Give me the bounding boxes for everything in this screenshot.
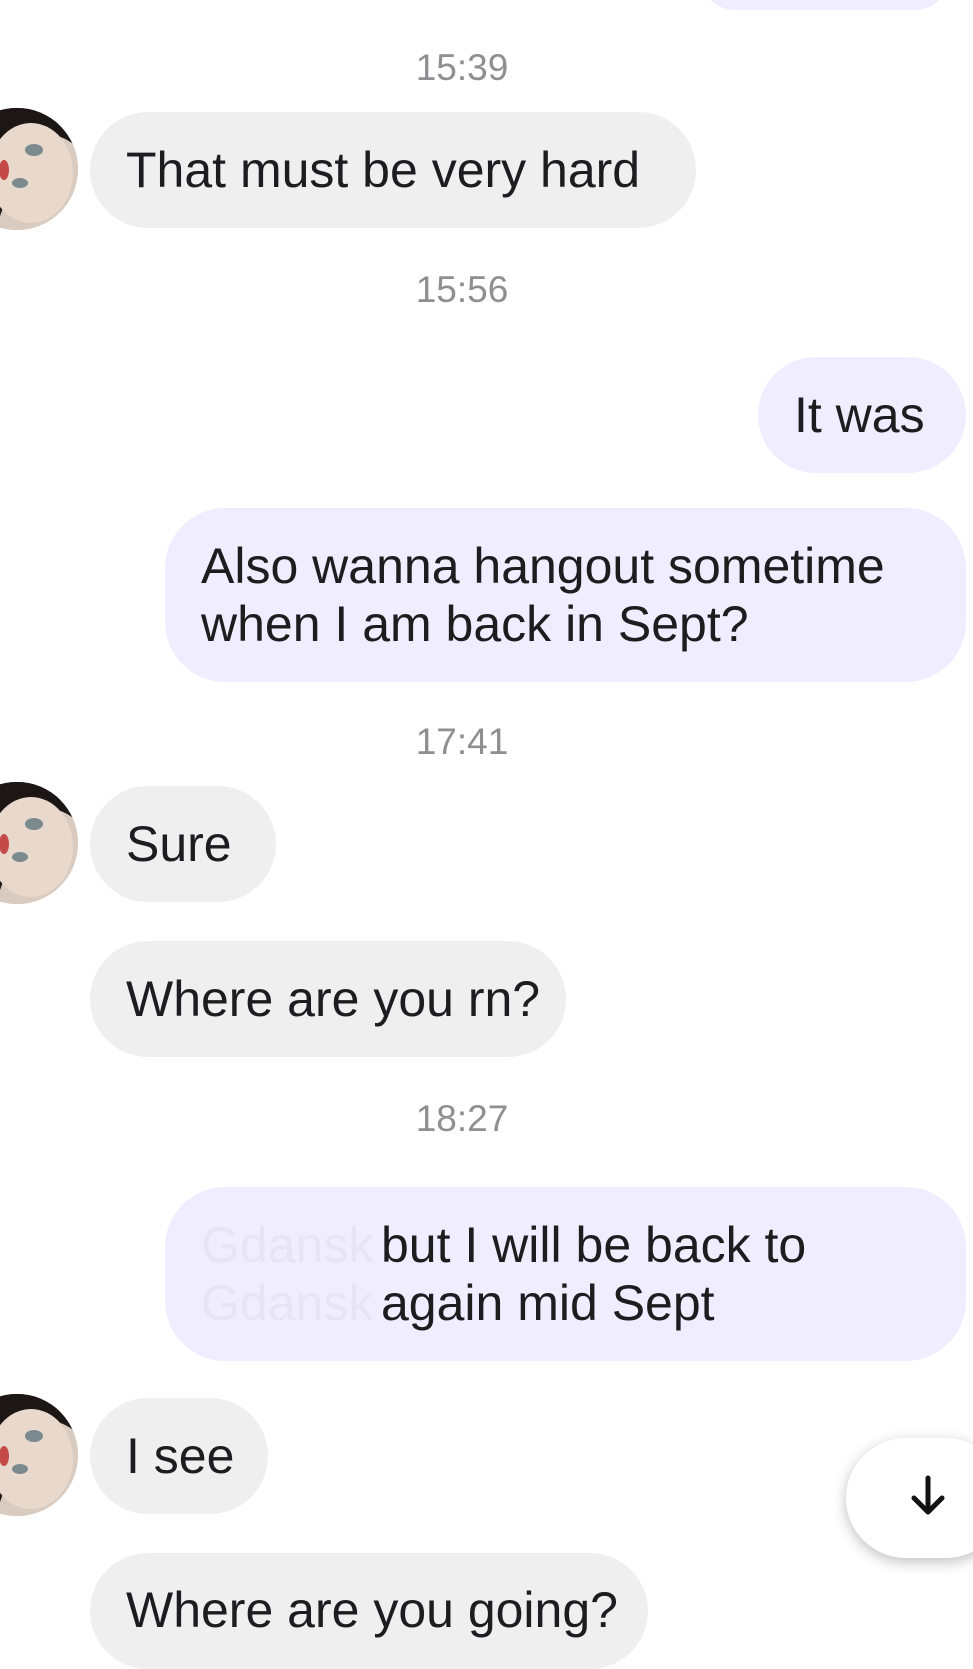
contact-avatar[interactable] — [0, 782, 78, 904]
incoming-message-bubble[interactable]: That must be very hard — [90, 112, 696, 228]
message-text: Where are you rn? — [126, 971, 541, 1027]
incoming-message-bubble[interactable]: Where are you going? — [90, 1553, 648, 1669]
conversation-thread[interactable]: 15:39 That must be very hard 15:56 It wa… — [0, 0, 973, 1669]
message-text: Sure — [126, 816, 232, 872]
timestamp: 15:56 — [415, 269, 509, 310]
incoming-message-bubble[interactable]: I see — [90, 1398, 268, 1514]
message-text: Also wanna hangout sometime when I am ba… — [201, 538, 885, 652]
outgoing-message-bubble[interactable]: It was — [758, 357, 966, 473]
obscured-text: Gdansk Gdansk — [201, 1217, 374, 1331]
message-text: I see — [126, 1428, 235, 1484]
outgoing-message-bubble[interactable]: Also wanna hangout sometime when I am ba… — [165, 508, 966, 682]
incoming-message-bubble[interactable]: Where are you rn? — [90, 941, 566, 1057]
incoming-message-bubble[interactable]: Sure — [90, 786, 276, 902]
message-text: It was — [794, 387, 925, 443]
message-text: but I will be back to again mid Sept — [381, 1217, 807, 1331]
message-text: That must be very hard — [126, 142, 641, 198]
previous-message-bubble[interactable] — [700, 0, 950, 10]
outgoing-message-bubble[interactable]: Gdansk Gdansk but I will be back to agai… — [165, 1187, 966, 1361]
arrow-down-icon — [908, 1474, 948, 1523]
timestamp: 15:39 — [415, 47, 509, 88]
timestamp: 18:27 — [415, 1098, 509, 1139]
message-text: Where are you going? — [126, 1582, 618, 1638]
contact-avatar[interactable] — [0, 108, 78, 230]
timestamp: 17:41 — [415, 721, 509, 762]
scroll-to-bottom-button[interactable] — [846, 1438, 973, 1558]
contact-avatar[interactable] — [0, 1394, 78, 1516]
